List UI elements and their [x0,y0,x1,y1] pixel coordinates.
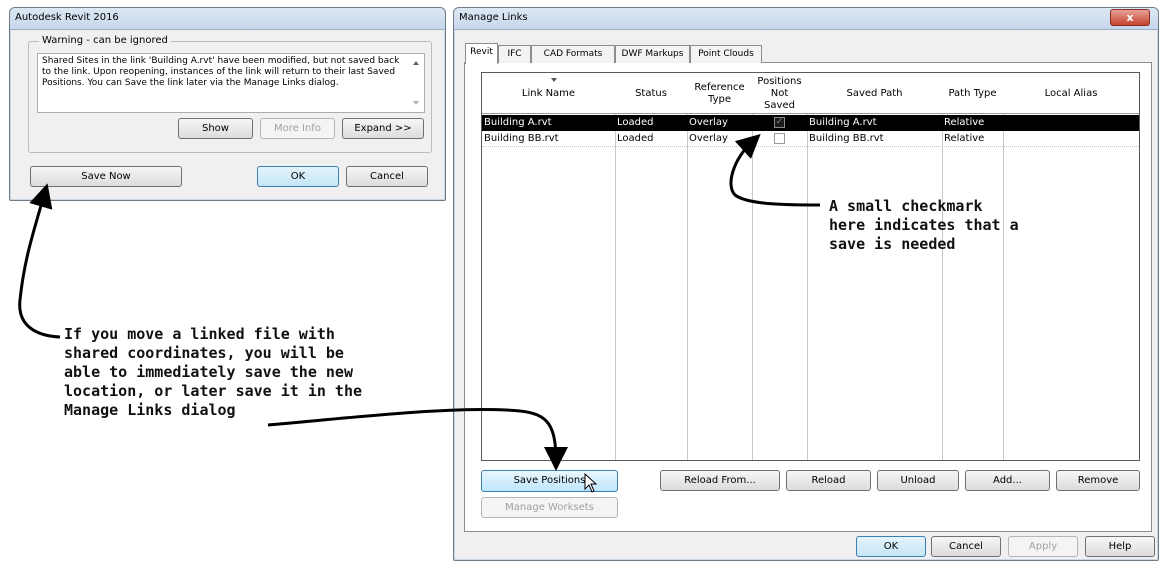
arrow-to-save-now [18,183,61,339]
annotation-arrows [18,133,821,471]
tab-revit[interactable]: Revit [465,43,498,64]
arrow-to-checkmark [729,133,821,207]
arrow-to-save-positions [267,407,568,471]
